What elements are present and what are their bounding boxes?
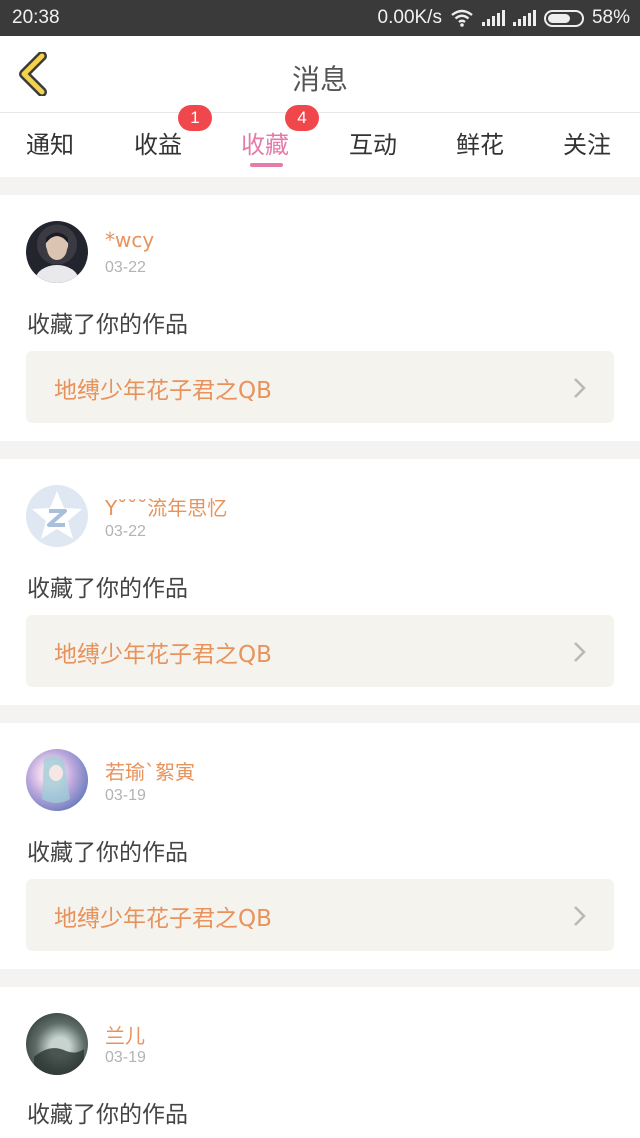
- tab-bar: 通知 收益 收藏 互动 鲜花 关注 1 4: [0, 105, 640, 177]
- message-date: 03-22: [105, 523, 146, 540]
- tab-earnings[interactable]: 收益: [134, 125, 182, 160]
- work-link[interactable]: 地缚少年花子君之QB: [26, 879, 614, 951]
- battery-icon: [543, 9, 584, 27]
- work-title: 地缚少年花子君之QB: [54, 378, 272, 404]
- message-text: 收藏了你的作品: [27, 840, 188, 866]
- header: 消息: [0, 36, 640, 113]
- tab-favorites[interactable]: 收藏: [241, 125, 289, 160]
- tab-interactions[interactable]: 互动: [349, 125, 397, 160]
- tab-follows[interactable]: 关注: [563, 125, 611, 160]
- message-card: 兰儿 03-19 收藏了你的作品: [0, 987, 640, 1138]
- signal-icon: [481, 10, 505, 26]
- earnings-badge: 1: [178, 105, 212, 131]
- battery-percent: 58%: [591, 7, 630, 28]
- favorites-badge: 4: [285, 105, 319, 131]
- avatar[interactable]: [26, 749, 88, 811]
- message-text: 收藏了你的作品: [27, 1102, 188, 1128]
- avatar[interactable]: [26, 1013, 88, 1075]
- chevron-right-icon: [574, 906, 586, 926]
- message-card: 若瑜`絮寅 03-19 收藏了你的作品 地缚少年花子君之QB: [0, 723, 640, 969]
- active-tab-indicator: [250, 163, 283, 167]
- message-date: 03-19: [105, 787, 146, 804]
- avatar[interactable]: [26, 221, 88, 283]
- message-card: *wcy 03-22 收藏了你的作品 地缚少年花子君之QB: [0, 195, 640, 441]
- avatar[interactable]: [26, 485, 88, 547]
- username[interactable]: Y˘˘˘流年思忆: [105, 492, 227, 521]
- work-title: 地缚少年花子君之QB: [54, 642, 272, 668]
- message-date: 03-19: [105, 1049, 146, 1066]
- message-date: 03-22: [105, 259, 146, 276]
- work-link[interactable]: 地缚少年花子君之QB: [26, 351, 614, 423]
- username[interactable]: 若瑜`絮寅: [105, 756, 195, 785]
- chevron-right-icon: [574, 378, 586, 398]
- chevron-right-icon: [574, 642, 586, 662]
- work-title: 地缚少年花子君之QB: [54, 906, 272, 932]
- username[interactable]: *wcy: [105, 228, 154, 252]
- username[interactable]: 兰儿: [105, 1020, 145, 1049]
- tab-flowers[interactable]: 鲜花: [456, 125, 504, 160]
- message-text: 收藏了你的作品: [27, 576, 188, 602]
- wifi-icon: [451, 9, 473, 27]
- tab-notifications[interactable]: 通知: [26, 125, 74, 160]
- network-speed: 0.00K/s: [377, 7, 442, 28]
- status-time: 20:38: [12, 7, 60, 28]
- page-title: 消息: [291, 63, 348, 96]
- message-text: 收藏了你的作品: [27, 312, 188, 338]
- message-card: Y˘˘˘流年思忆 03-22 收藏了你的作品 地缚少年花子君之QB: [0, 459, 640, 705]
- signal-icon: [512, 10, 536, 26]
- status-bar: 20:38 0.00K/s 58%: [0, 0, 640, 36]
- work-link[interactable]: 地缚少年花子君之QB: [26, 615, 614, 687]
